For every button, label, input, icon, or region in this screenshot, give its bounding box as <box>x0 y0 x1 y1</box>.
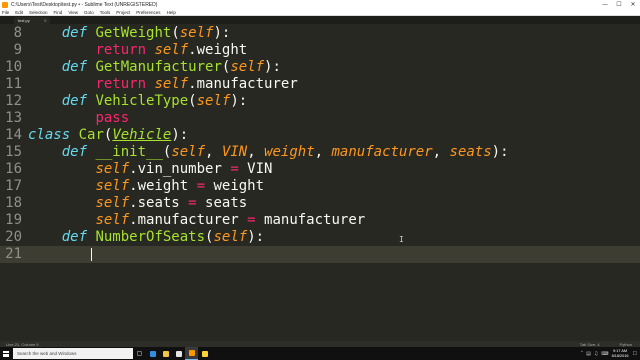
window-title: C:\Users\Test\Desktop\test.py • - Sublim… <box>11 1 158 8</box>
taskbar: Search the web and Windows ▢ ˄ ▤ ♫ ⌨ 9:1… <box>0 347 640 360</box>
line-number: 18 <box>5 195 22 211</box>
title-bar: C:\Users\Test\Desktop\test.py • - Sublim… <box>0 0 640 9</box>
code-text: self.weight = weight <box>95 178 265 194</box>
code-line[interactable]: 19 self.manufacturer = manufacturer <box>0 212 640 229</box>
code-text: pass <box>95 110 130 126</box>
code-line[interactable]: 10 def GetManufacturer(self): <box>0 59 640 76</box>
store-icon[interactable] <box>172 347 185 360</box>
current-code-line[interactable]: 21 <box>0 246 640 263</box>
cursor-position: Line 21, Column 9 <box>6 341 39 347</box>
line-number: 13 <box>5 110 22 126</box>
line-number: 10 <box>5 59 22 75</box>
file-explorer-icon[interactable] <box>159 347 172 360</box>
code-text: def GetWeight(self): <box>61 25 231 41</box>
tab-bar: test.py × <box>0 16 640 24</box>
line-number: 11 <box>5 76 22 92</box>
tab-size-selector[interactable]: Tab Size: 4 <box>580 342 600 347</box>
code-text: def GetManufacturer(self): <box>61 59 281 75</box>
line-number: 16 <box>5 161 22 177</box>
maximize-button[interactable]: ☐ <box>612 0 626 9</box>
menu-tools[interactable]: Tools <box>100 10 111 15</box>
menu-file[interactable]: File <box>2 10 9 15</box>
line-number: 21 <box>5 246 22 262</box>
i-beam-cursor-icon: I <box>399 235 404 244</box>
text-cursor <box>91 248 92 261</box>
clock[interactable]: 9:17 AM 8/18/2016 <box>612 349 629 359</box>
python-icon[interactable] <box>198 347 211 360</box>
line-number: 19 <box>5 212 22 228</box>
code-line[interactable]: 18 self.seats = seats <box>0 195 640 212</box>
system-tray: ˄ ▤ ♫ ⌨ 9:17 AM 8/18/2016 ☐ <box>581 347 640 360</box>
code-line[interactable]: 17 self.weight = weight <box>0 178 640 195</box>
syntax-selector[interactable]: Python <box>620 342 632 347</box>
code-line[interactable]: 11 return self.manufacturer <box>0 76 640 93</box>
line-number: 17 <box>5 178 22 194</box>
sublime-text-icon[interactable] <box>185 347 198 360</box>
window-controls: — ☐ ✕ <box>598 0 640 9</box>
sublime-app-icon <box>2 1 8 8</box>
task-view-icon[interactable]: ▢ <box>133 347 146 360</box>
clock-date: 8/18/2016 <box>611 353 629 358</box>
code-text: class Car(Vehicle): <box>28 127 189 143</box>
line-number: 15 <box>5 144 22 160</box>
code-line[interactable]: 12 def VehicleType(self): <box>0 93 640 110</box>
code-line[interactable]: 20 def NumberOfSeats(self): <box>0 229 640 246</box>
menu-find[interactable]: Find <box>54 10 63 15</box>
menu-goto[interactable]: Goto <box>84 10 94 15</box>
line-number: 14 <box>5 127 22 143</box>
search-placeholder: Search the web and Windows <box>17 351 77 356</box>
close-button[interactable]: ✕ <box>626 0 640 9</box>
code-line[interactable]: 14 class Car(Vehicle): <box>0 127 640 144</box>
line-number: 9 <box>13 42 22 58</box>
tab-close-icon[interactable]: × <box>44 18 47 23</box>
line-number: 20 <box>5 229 22 245</box>
code-editor[interactable]: 8 def GetWeight(self): 9 return self.weig… <box>0 24 640 341</box>
code-line[interactable]: 16 self.vin_number = VIN <box>0 161 640 178</box>
code-text: def VehicleType(self): <box>61 93 248 109</box>
menu-project[interactable]: Project <box>116 10 130 15</box>
code-text: self.vin_number = VIN <box>95 161 273 177</box>
menu-edit[interactable]: Edit <box>15 10 23 15</box>
menu-bar: File Edit Selection Find View Goto Tools… <box>0 9 640 16</box>
menu-selection[interactable]: Selection <box>29 10 48 15</box>
windows-logo-icon <box>3 350 9 357</box>
notifications-icon[interactable]: ☐ <box>633 351 637 357</box>
code-line[interactable]: 9 return self.weight <box>0 42 640 59</box>
code-line[interactable]: 13 pass <box>0 110 640 127</box>
start-button[interactable] <box>0 347 12 360</box>
code-text: return self.weight <box>95 42 248 58</box>
menu-view[interactable]: View <box>68 10 78 15</box>
edge-icon[interactable] <box>146 347 159 360</box>
line-number: 8 <box>13 25 22 41</box>
keyboard-icon[interactable]: ⌨ <box>601 351 608 357</box>
tab-label: test.py <box>18 18 30 23</box>
line-number: 12 <box>5 93 22 109</box>
code-text: self.seats = seats <box>95 195 248 211</box>
volume-icon[interactable]: ♫ <box>594 351 598 357</box>
code-text: def __init__(self, VIN, weight, manufact… <box>61 144 509 160</box>
taskbar-search[interactable]: Search the web and Windows <box>13 348 133 359</box>
menu-preferences[interactable]: Preferences <box>136 10 160 15</box>
menu-help[interactable]: Help <box>167 10 176 15</box>
code-line[interactable]: 8 def GetWeight(self): <box>0 25 640 42</box>
code-line[interactable]: 15 def __init__(self, VIN, weight, manuf… <box>0 144 640 161</box>
code-text: self.manufacturer = manufacturer <box>95 212 366 228</box>
minimize-button[interactable]: — <box>598 0 612 9</box>
tab-test-py[interactable]: test.py × <box>14 17 50 24</box>
chevron-up-icon[interactable]: ˄ <box>581 351 584 357</box>
code-text: def NumberOfSeats(self): <box>61 229 265 245</box>
code-text: return self.manufacturer <box>95 76 298 92</box>
network-icon[interactable]: ▤ <box>586 351 591 357</box>
